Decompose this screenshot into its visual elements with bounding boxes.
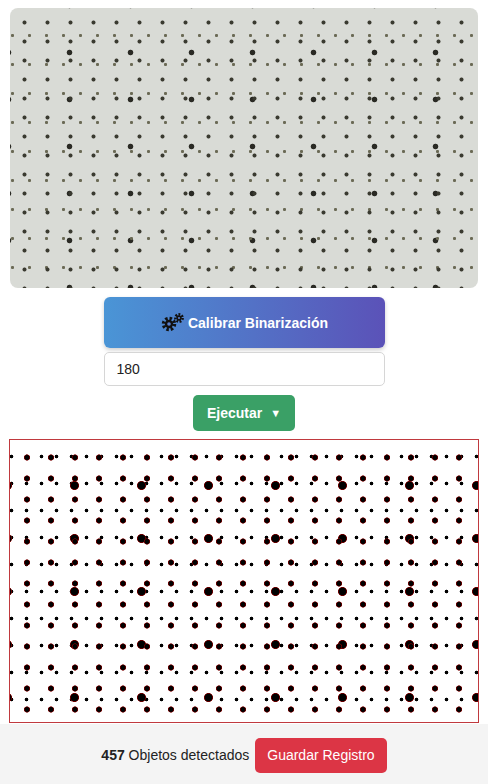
threshold-input[interactable]: [104, 352, 385, 386]
binarized-image: [9, 439, 479, 723]
app: Calibrar Binarización Ejecutar ▼ 457 Obj…: [0, 0, 488, 784]
count-number: 457: [101, 747, 124, 763]
calibrate-button[interactable]: Calibrar Binarización: [104, 297, 385, 348]
microscope-image: [10, 8, 478, 288]
run-button[interactable]: Ejecutar ▼: [193, 395, 295, 431]
result-bar: 457 Objetos detectados Guardar Registro: [0, 724, 488, 784]
object-count: 457 Objetos detectados: [101, 747, 249, 763]
count-label: Objetos detectados: [129, 747, 250, 763]
calibrate-label: Calibrar Binarización: [188, 315, 328, 331]
save-button[interactable]: Guardar Registro: [255, 738, 386, 773]
run-label: Ejecutar: [207, 405, 262, 421]
gears-icon: [160, 312, 186, 334]
caret-icon: ▼: [270, 407, 281, 419]
controls: Calibrar Binarización Ejecutar ▼: [0, 288, 488, 431]
